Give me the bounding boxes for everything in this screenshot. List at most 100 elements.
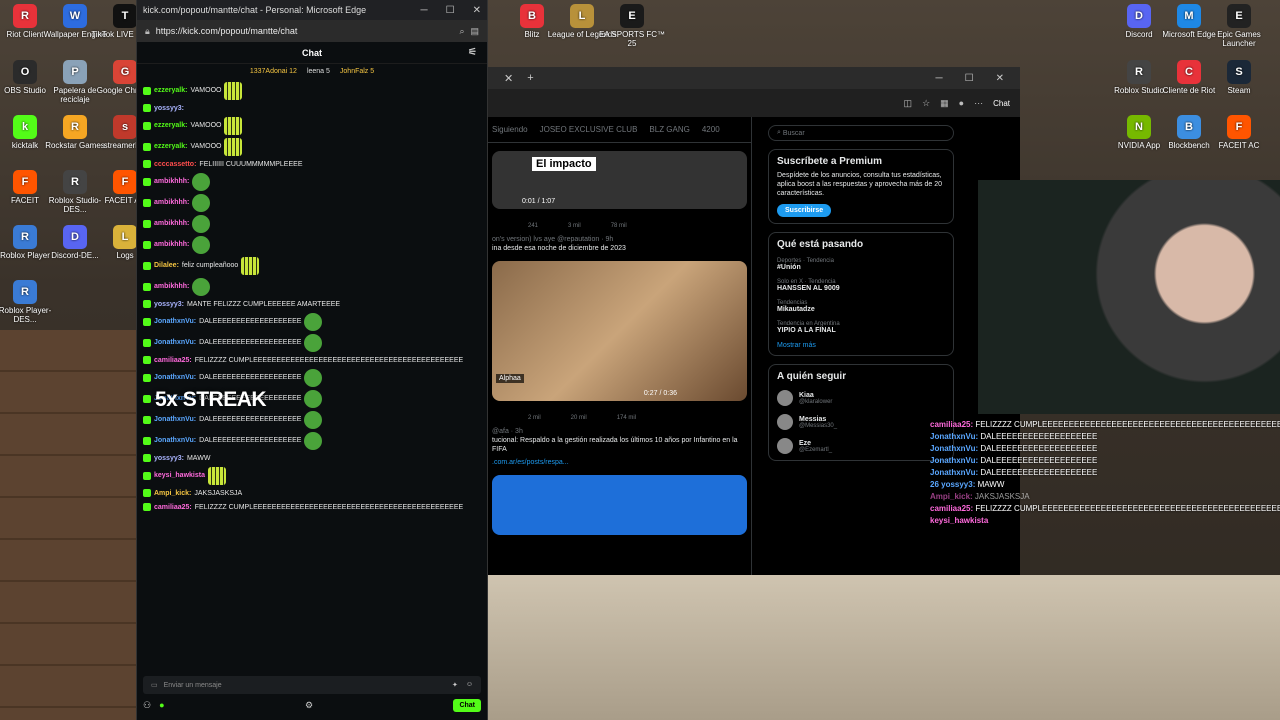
split-screen-icon[interactable]: ◫ bbox=[904, 98, 913, 109]
chat-message: yossyy3: MANTE FELIZZZ CUMPLEEEEEE AMARTE… bbox=[143, 297, 481, 311]
who-to-follow-box: A quién seguir Kiaa @klaralower Messias @Me… bbox=[768, 364, 954, 461]
tweet-stat[interactable]: 241 bbox=[528, 223, 538, 229]
chat-username[interactable]: Dilalee: bbox=[154, 261, 179, 270]
roblox-player-icon: R bbox=[13, 280, 37, 304]
emote-icon bbox=[304, 431, 323, 450]
tweet-stat[interactable]: 78 mil bbox=[611, 223, 627, 229]
follow-name[interactable]: Messias bbox=[799, 416, 837, 423]
emote-picker-icon[interactable]: ▭ bbox=[151, 681, 158, 689]
copilot-chat-button[interactable]: Chat bbox=[993, 99, 1010, 108]
chat-window-titlebar[interactable]: kick.com/popout/mantte/chat - Personal: … bbox=[137, 0, 487, 20]
overlay-username: JonathxnVu: bbox=[930, 444, 981, 453]
search-input[interactable]: ⌕ Buscar bbox=[768, 125, 954, 141]
chat-username[interactable]: JonathxnVu: bbox=[154, 338, 196, 347]
desktop-shortcut[interactable]: S Steam bbox=[1204, 60, 1274, 95]
profile-avatar[interactable]: ● bbox=[959, 98, 964, 108]
minimize-icon[interactable]: ─ bbox=[936, 73, 943, 84]
emoji-icon[interactable]: ☺ bbox=[466, 681, 473, 689]
trend-name: YIPIO A LA FINAL bbox=[777, 327, 836, 334]
collections-icon[interactable]: ▦ bbox=[940, 98, 949, 109]
more-icon[interactable]: ⋯ bbox=[974, 98, 983, 109]
chat-username[interactable]: yossyy3: bbox=[154, 454, 184, 463]
chat-username[interactable]: keysi_hawkista bbox=[154, 471, 205, 480]
send-chat-button[interactable]: Chat bbox=[453, 698, 481, 712]
avatar[interactable] bbox=[777, 390, 793, 406]
chat-username[interactable]: ambikhhh: bbox=[154, 198, 189, 207]
gear-icon[interactable]: ⚙ bbox=[305, 700, 313, 711]
tweet-video[interactable]: Alphaa 0:27 / 0:36 bbox=[492, 261, 747, 401]
show-more-link[interactable]: Mostrar más bbox=[777, 342, 945, 349]
stream-chat-overlay: camiliaa25: FELIZZZZ CUMPLEEEEEEEEEEEEEE… bbox=[930, 420, 1280, 528]
chat-username[interactable]: ambikhhh: bbox=[154, 219, 189, 228]
follow-name[interactable]: Eze bbox=[799, 440, 832, 447]
trend-item[interactable]: Tendencia en Argentina YIPIO A LA FINAL bbox=[777, 321, 945, 334]
avatar[interactable] bbox=[777, 438, 793, 454]
gifter-entry[interactable]: leena 5 bbox=[307, 68, 330, 75]
read-aloud-icon[interactable]: ▤ bbox=[470, 26, 479, 37]
chat-username[interactable]: ccccassetto: bbox=[154, 160, 196, 169]
gifter-entry[interactable]: JohnFalz 5 bbox=[340, 68, 374, 75]
chat-username[interactable]: Ampi_kick: bbox=[154, 489, 191, 498]
tweet-image[interactable] bbox=[492, 475, 747, 535]
desktop-shortcut[interactable]: E Epic Games Launcher bbox=[1204, 4, 1274, 48]
close-icon[interactable]: ✕ bbox=[996, 73, 1004, 84]
chat-username[interactable]: ezzeryalk: bbox=[154, 86, 187, 95]
x-sidebar: ⌕ Buscar Suscríbete a Premium Despídete … bbox=[768, 125, 954, 575]
minimize-icon[interactable]: ─ bbox=[421, 5, 428, 16]
kick-emote-icon[interactable]: ✦ bbox=[452, 681, 458, 689]
chat-username[interactable]: JonathxnVu: bbox=[154, 415, 196, 424]
url-text[interactable]: https://kick.com/popout/mantte/chat bbox=[156, 26, 454, 36]
desktop-shortcut-label: FACEIT AC bbox=[1218, 141, 1260, 150]
favorites-icon[interactable]: ☆ bbox=[922, 98, 930, 109]
chat-username[interactable]: ambikhhh: bbox=[154, 240, 189, 249]
chat-username[interactable]: camiliaa25: bbox=[154, 356, 192, 365]
close-icon[interactable]: ✕ bbox=[473, 5, 481, 16]
chat-message: ambikhhh: bbox=[143, 276, 481, 297]
x-feed-tab[interactable]: Siguiendo bbox=[492, 125, 528, 134]
trend-item[interactable]: Tendencias Mikautadze bbox=[777, 300, 945, 313]
tweet-stat[interactable]: 20 mil bbox=[571, 415, 587, 421]
ea-fc-icon: E bbox=[620, 4, 644, 28]
recycle-bin-icon: P bbox=[63, 60, 87, 84]
chat-username[interactable]: ambikhhh: bbox=[154, 282, 189, 291]
x-feed-tab[interactable]: JOSEO EXCLUSIVE CLUB bbox=[540, 125, 638, 134]
zoom-icon[interactable]: ⌕ bbox=[459, 26, 464, 37]
desktop-shortcut[interactable]: E EA SPORTS FC™ 25 bbox=[597, 4, 667, 48]
chat-text: feliz cumpleañooo bbox=[181, 262, 239, 269]
settings-sliders-icon[interactable]: ⚟ bbox=[468, 47, 477, 58]
premium-box: Suscríbete a Premium Despídete de los an… bbox=[768, 149, 954, 224]
tweet-video[interactable]: El impacto 0:01 / 1:07 bbox=[492, 151, 747, 209]
tweet-stat[interactable]: 2 mil bbox=[528, 415, 541, 421]
subscribe-button[interactable]: Suscribirse bbox=[777, 204, 832, 217]
chat-message: ambikhhh: bbox=[143, 192, 481, 213]
tab-close-icon[interactable]: ✕ bbox=[504, 72, 513, 85]
chat-username[interactable]: ezzeryalk: bbox=[154, 121, 187, 130]
chat-username[interactable]: JonathxnVu: bbox=[154, 317, 196, 326]
chat-username[interactable]: ambikhhh: bbox=[154, 177, 189, 186]
chat-username[interactable]: JonathxnVu: bbox=[154, 373, 196, 382]
message-input[interactable]: ▭ Enviar un mensaje ✦ ☺ bbox=[143, 676, 481, 694]
user-badge-icon[interactable]: ⚇ bbox=[143, 700, 151, 711]
chat-username[interactable]: yossyy3: bbox=[154, 104, 184, 113]
x-feed-tab[interactable]: 4200 bbox=[702, 125, 720, 134]
maximize-icon[interactable]: ☐ bbox=[446, 5, 455, 16]
tweet-link[interactable]: .com.ar/es/posts/respa... bbox=[488, 458, 751, 467]
maximize-icon[interactable]: ☐ bbox=[965, 73, 974, 84]
x-feed-tab[interactable]: BLZ GANG bbox=[649, 125, 689, 134]
avatar[interactable] bbox=[777, 414, 793, 430]
chat-username[interactable]: JonathxnVu: bbox=[154, 436, 196, 445]
tweet-stat[interactable]: 3 mil bbox=[568, 223, 581, 229]
trend-item[interactable]: Deportes · Tendencia #Unión bbox=[777, 258, 945, 271]
gifter-entry[interactable]: 1337Adonai 12 bbox=[250, 68, 297, 75]
chat-username[interactable]: camiliaa25: bbox=[154, 503, 192, 512]
chat-username[interactable]: ezzeryalk: bbox=[154, 142, 187, 151]
new-tab-button[interactable]: + bbox=[527, 72, 533, 84]
desktop-shortcut[interactable]: R Roblox Player-DES... bbox=[0, 280, 60, 324]
follow-name[interactable]: Kiaa bbox=[799, 392, 832, 399]
desktop-shortcut[interactable]: F FACEIT AC bbox=[1204, 115, 1274, 150]
tweet-stat[interactable]: 174 mil bbox=[617, 415, 636, 421]
overlay-message: Ampi_kick: JAKSJASKSJA bbox=[930, 492, 1280, 502]
trend-item[interactable]: Solo en X · Tendencia HANSSEN AL 9009 bbox=[777, 279, 945, 292]
chat-username[interactable]: yossyy3: bbox=[154, 300, 184, 309]
address-bar[interactable]: 🔒︎ https://kick.com/popout/mantte/chat ⌕… bbox=[137, 20, 487, 42]
